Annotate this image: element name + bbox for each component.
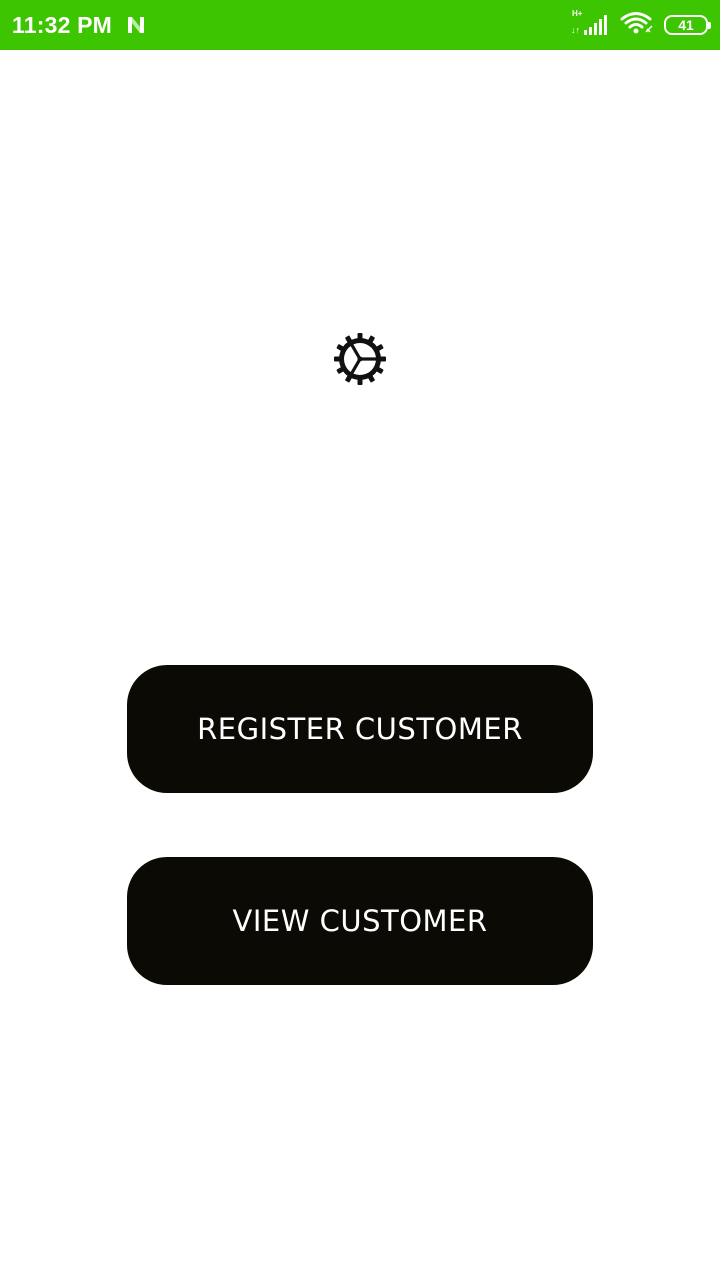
wifi-icon xyxy=(620,10,654,41)
status-time: 11:32 PM xyxy=(12,11,113,38)
signal-icon: H+ ↓↑ xyxy=(570,9,610,38)
status-icons: H+ ↓↑ 41 xyxy=(570,9,711,41)
battery-icon: 41 xyxy=(664,15,711,35)
register-customer-button[interactable]: REGISTER CUSTOMER xyxy=(127,665,593,793)
battery-level: 41 xyxy=(678,17,694,33)
n-notification-icon xyxy=(124,13,148,37)
status-bar: 11:32 PM H+ ↓↑ 41 xyxy=(0,0,720,50)
register-customer-label: REGISTER CUSTOMER xyxy=(197,712,523,746)
view-customer-label: VIEW CUSTOMER xyxy=(232,904,488,938)
app-screen: 11:32 PM H+ ↓↑ 41 REGISTER CUSTOMER VIEW… xyxy=(0,0,720,1280)
gear-icon xyxy=(333,332,387,386)
view-customer-button[interactable]: VIEW CUSTOMER xyxy=(127,857,593,985)
